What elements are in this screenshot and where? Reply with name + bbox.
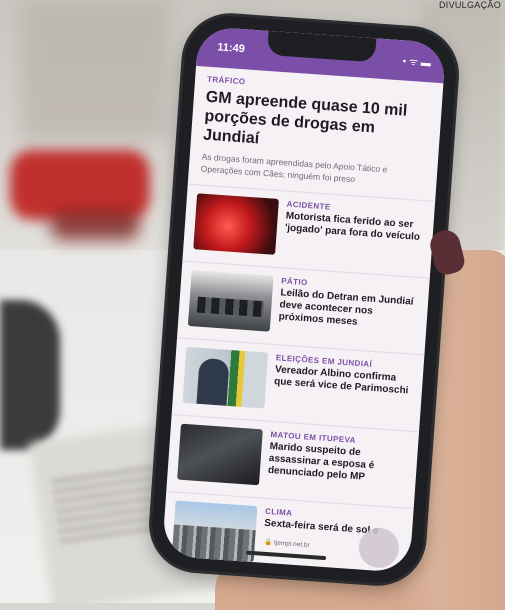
- photo-credit: DIVULGAÇÃO: [438, 0, 501, 10]
- article-title[interactable]: Leilão do Detran em Jundiaí deve acontec…: [278, 287, 418, 333]
- lead-article[interactable]: TRÁFICO GM apreende quase 10 mil porções…: [187, 65, 444, 202]
- smartphone: 11:49 • ᯤ ▬ TRÁFICO GM apreende quase 10…: [148, 13, 460, 586]
- article-title[interactable]: Marido suspeito de assassinar a esposa é…: [268, 441, 408, 487]
- red-chair-shadow: [50, 210, 140, 240]
- news-feed: TRÁFICO GM apreende quase 10 mil porções…: [161, 65, 444, 574]
- article-thumbnail[interactable]: [182, 346, 269, 409]
- signal-wifi-battery-icon: • ᯤ ▬: [402, 56, 432, 70]
- phone-screen: 11:49 • ᯤ ▬ TRÁFICO GM apreende quase 10…: [161, 25, 447, 574]
- article-thumbnail[interactable]: [193, 193, 279, 255]
- status-time: 11:49: [216, 41, 246, 56]
- article-thumbnail[interactable]: [187, 270, 274, 332]
- notch: [266, 30, 377, 63]
- dark-object: [0, 300, 60, 450]
- article-thumbnail[interactable]: [177, 423, 263, 486]
- lead-title[interactable]: GM apreende quase 10 mil porções de drog…: [203, 88, 430, 160]
- background-blur: [20, 0, 170, 140]
